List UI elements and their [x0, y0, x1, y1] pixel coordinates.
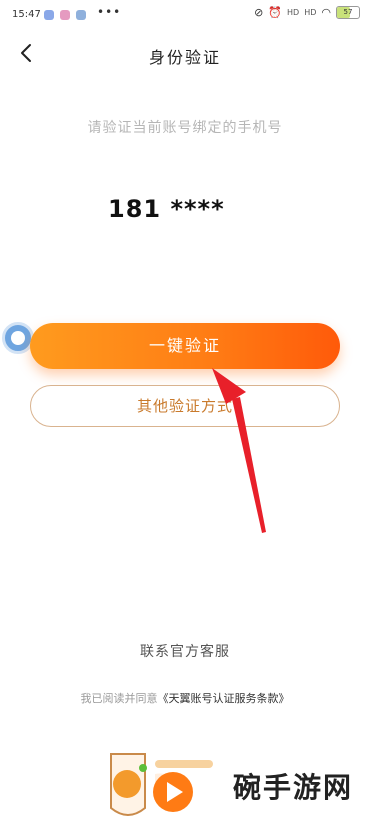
page-title: 身份验证: [148, 48, 221, 67]
watermark-logo-icon: [110, 753, 213, 816]
notification-icon: [44, 10, 54, 20]
status-bar: 15:47 ••• ⊘ ⏰ HD HD ◠ 57: [0, 0, 370, 30]
battery-level: 57: [343, 8, 353, 16]
assistant-icon: [11, 331, 25, 345]
battery-icon: 57: [336, 6, 360, 19]
watermark: 碗手游网: [105, 748, 370, 822]
one-click-verify-button[interactable]: 一键验证: [30, 323, 340, 369]
wifi-icon: ◠: [321, 6, 331, 19]
more-notifications-icon: •••: [97, 5, 122, 19]
signal-icon: HD: [304, 8, 317, 17]
agreement-text: 我已阅读并同意《天翼账号认证服务条款》: [0, 690, 370, 706]
signal-icon: HD: [287, 8, 300, 17]
header: 身份验证: [0, 36, 370, 72]
contact-support-link[interactable]: 联系官方客服: [0, 641, 370, 661]
phone-number: 181 ****: [108, 195, 225, 223]
agreement-prefix: 我已阅读并同意: [80, 692, 158, 705]
verify-subtitle: 请验证当前账号绑定的手机号: [87, 120, 283, 136]
notification-icon: [60, 10, 70, 20]
watermark-text: 碗手游网: [233, 771, 354, 804]
notification-icon: [76, 10, 86, 20]
status-time: 15:47: [12, 9, 41, 20]
mute-icon: ⊘: [254, 6, 264, 19]
agreement-link[interactable]: 《天翼账号认证服务条款》: [158, 692, 290, 705]
floating-assistant-bubble[interactable]: [2, 322, 34, 354]
alarm-icon: ⏰: [268, 6, 283, 19]
other-verify-methods-button[interactable]: 其他验证方式: [30, 385, 340, 427]
